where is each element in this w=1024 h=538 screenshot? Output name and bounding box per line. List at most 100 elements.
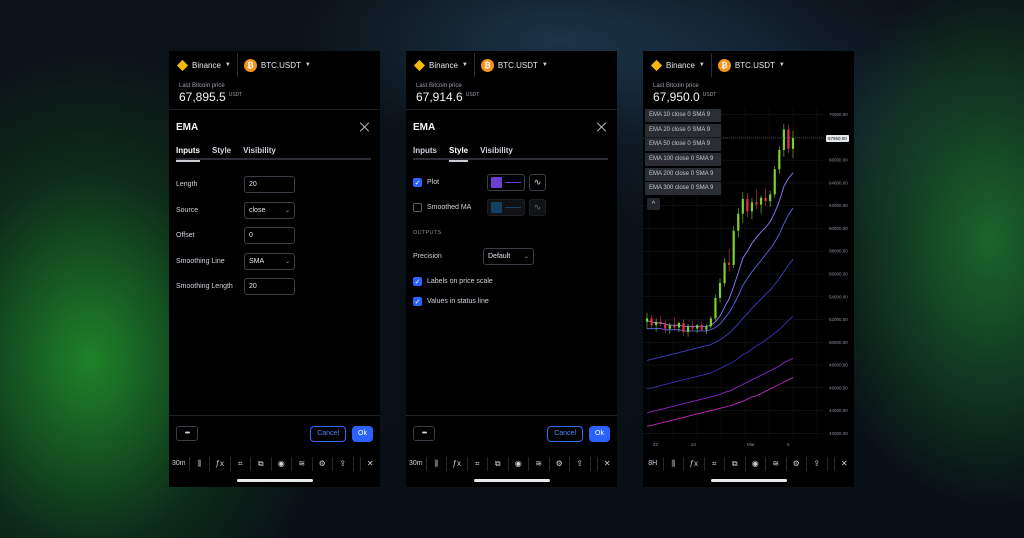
share-icon[interactable]: ⇪ xyxy=(807,457,828,471)
eye-icon[interactable]: ◉ xyxy=(746,457,766,471)
exchange-selector[interactable]: Binance ▼ xyxy=(176,59,237,71)
compare-icon[interactable]: ⧉ xyxy=(725,457,746,471)
price-unit: USDT xyxy=(465,92,480,98)
ok-button[interactable]: Ok xyxy=(589,425,610,442)
candle-body xyxy=(791,138,795,149)
plot-color-picker[interactable] xyxy=(487,174,525,191)
phone-panel-style: Binance ▼ ₿ BTC.USDT ▼ Last Bitcoin pric… xyxy=(406,51,617,487)
precision-select[interactable]: Default ⌄ xyxy=(483,248,534,265)
close-icon[interactable]: ✕ xyxy=(359,457,381,471)
y-tick-label: 68000.00 xyxy=(829,135,848,140)
candles-icon[interactable]: ⫼ xyxy=(190,457,210,471)
field-value: close xyxy=(249,206,266,214)
top-bar: Binance ▼ ₿ BTC.USDT ▼ xyxy=(643,51,854,79)
fx-icon[interactable]: ƒx xyxy=(447,457,468,471)
line-sample xyxy=(505,207,521,208)
tab-style[interactable]: Style xyxy=(449,144,469,162)
tab-visibility[interactable]: Visibility xyxy=(480,144,513,160)
share-icon[interactable]: ⇪ xyxy=(570,457,591,471)
more-button[interactable]: ••• xyxy=(176,426,198,441)
labels-on-scale-checkbox[interactable]: ✓ xyxy=(413,277,422,286)
candle-body xyxy=(664,324,667,329)
fx-icon[interactable]: ƒx xyxy=(210,457,231,471)
close-icon[interactable]: ✕ xyxy=(596,457,618,471)
phone-panel-inputs: Binance ▼ ₿ BTC.USDT ▼ Last Bitcoin pric… xyxy=(169,51,380,487)
layers-icon[interactable]: ≋ xyxy=(529,457,550,471)
input-row-smoothing-length: Smoothing Length 20 xyxy=(169,274,380,300)
symbol-selector[interactable]: ₿ BTC.USDT ▼ xyxy=(717,58,791,72)
candles-icon[interactable]: ⫼ xyxy=(427,457,447,471)
layers-icon[interactable]: ≋ xyxy=(292,457,313,471)
offset-input[interactable]: 0 xyxy=(244,227,295,245)
y-tick-label: 70000.00 xyxy=(829,112,848,117)
line-style-icon[interactable]: ∿ xyxy=(529,199,546,216)
close-icon[interactable] xyxy=(595,120,609,134)
candle-body xyxy=(682,322,685,333)
interval-button[interactable]: 8H xyxy=(643,457,664,471)
price-value: 67,895.5 xyxy=(179,90,226,104)
fx-icon[interactable]: ƒx xyxy=(684,457,705,471)
price-unit: USDT xyxy=(228,92,243,98)
interval-button[interactable]: 30m xyxy=(169,457,190,471)
chevron-down-icon: ⌄ xyxy=(523,254,529,260)
exchange-name: Binance xyxy=(429,60,458,70)
candle-body xyxy=(686,326,690,333)
layers-icon[interactable]: ≋ xyxy=(766,457,787,471)
more-button[interactable]: ••• xyxy=(413,426,435,441)
candle-body xyxy=(773,169,776,195)
values-in-status-row: ✓ Values in status line xyxy=(406,294,617,309)
tab-inputs[interactable]: Inputs xyxy=(176,144,200,162)
cancel-button[interactable]: Cancel xyxy=(310,425,346,442)
candle-body xyxy=(723,262,726,284)
dialog-tabs: Inputs Style Visibility xyxy=(413,144,608,162)
field-value: Default xyxy=(488,253,511,260)
ok-button[interactable]: Ok xyxy=(352,425,373,442)
gear-icon[interactable]: ⚙ xyxy=(550,457,570,471)
exchange-selector[interactable]: Binance ▼ xyxy=(413,59,474,71)
symbol-selector[interactable]: ₿ BTC.USDT ▼ xyxy=(243,58,317,72)
input-row-source: Source close ⌄ xyxy=(169,198,380,224)
x-tick-label: 24 xyxy=(691,442,697,447)
close-icon[interactable] xyxy=(358,120,372,134)
field-value: 0 xyxy=(249,232,253,240)
gear-icon[interactable]: ⚙ xyxy=(313,457,333,471)
compare-icon[interactable]: ⧉ xyxy=(488,457,509,471)
y-tick-label: 56000.00 xyxy=(829,272,848,277)
candle-body xyxy=(769,194,772,202)
candle-body xyxy=(705,326,708,330)
labels-on-scale-label: Labels on price scale xyxy=(427,278,493,285)
candle-body xyxy=(645,318,649,322)
field-label: Smoothing Length xyxy=(176,283,233,291)
eye-icon[interactable]: ◉ xyxy=(272,457,292,471)
crosshair-icon[interactable]: ⌗ xyxy=(231,457,251,471)
values-in-status-checkbox[interactable]: ✓ xyxy=(413,297,422,306)
candles-icon[interactable]: ⫼ xyxy=(664,457,684,471)
plot-checkbox[interactable]: ✓ xyxy=(413,178,422,187)
length-input[interactable]: 20 xyxy=(244,176,295,194)
tab-inputs[interactable]: Inputs xyxy=(413,144,437,160)
exchange-selector[interactable]: Binance ▼ xyxy=(650,59,711,71)
compare-icon[interactable]: ⧉ xyxy=(251,457,272,471)
y-tick-label: 42000.00 xyxy=(829,431,848,436)
tab-style[interactable]: Style xyxy=(212,144,231,160)
crosshair-icon[interactable]: ⌗ xyxy=(705,457,725,471)
share-icon[interactable]: ⇪ xyxy=(333,457,354,471)
crosshair-icon[interactable]: ⌗ xyxy=(468,457,488,471)
tab-visibility[interactable]: Visibility xyxy=(243,144,276,160)
chevron-down-icon: ▼ xyxy=(461,62,468,68)
smoothed-ma-checkbox[interactable] xyxy=(413,203,422,212)
eye-icon[interactable]: ◉ xyxy=(509,457,529,471)
price-chart[interactable]: 70000.00 68000.00 66000.00 64000.00 62000.00… xyxy=(643,109,854,451)
chevron-down-icon: ⌄ xyxy=(284,258,290,265)
cancel-button[interactable]: Cancel xyxy=(547,425,583,442)
symbol-selector[interactable]: ₿ BTC.USDT ▼ xyxy=(480,58,554,72)
smoothing-length-input[interactable]: 20 xyxy=(244,278,295,296)
smoothed-color-picker[interactable] xyxy=(487,199,525,216)
smoothing-line-select[interactable]: SMA ⌄ xyxy=(244,252,295,270)
line-style-icon[interactable]: ∿ xyxy=(529,174,546,191)
interval-button[interactable]: 30m xyxy=(406,457,427,471)
close-icon[interactable]: ✕ xyxy=(833,457,855,471)
source-select[interactable]: close ⌄ xyxy=(244,201,295,219)
labels-on-scale-row: ✓ Labels on price scale xyxy=(406,269,617,294)
gear-icon[interactable]: ⚙ xyxy=(787,457,807,471)
